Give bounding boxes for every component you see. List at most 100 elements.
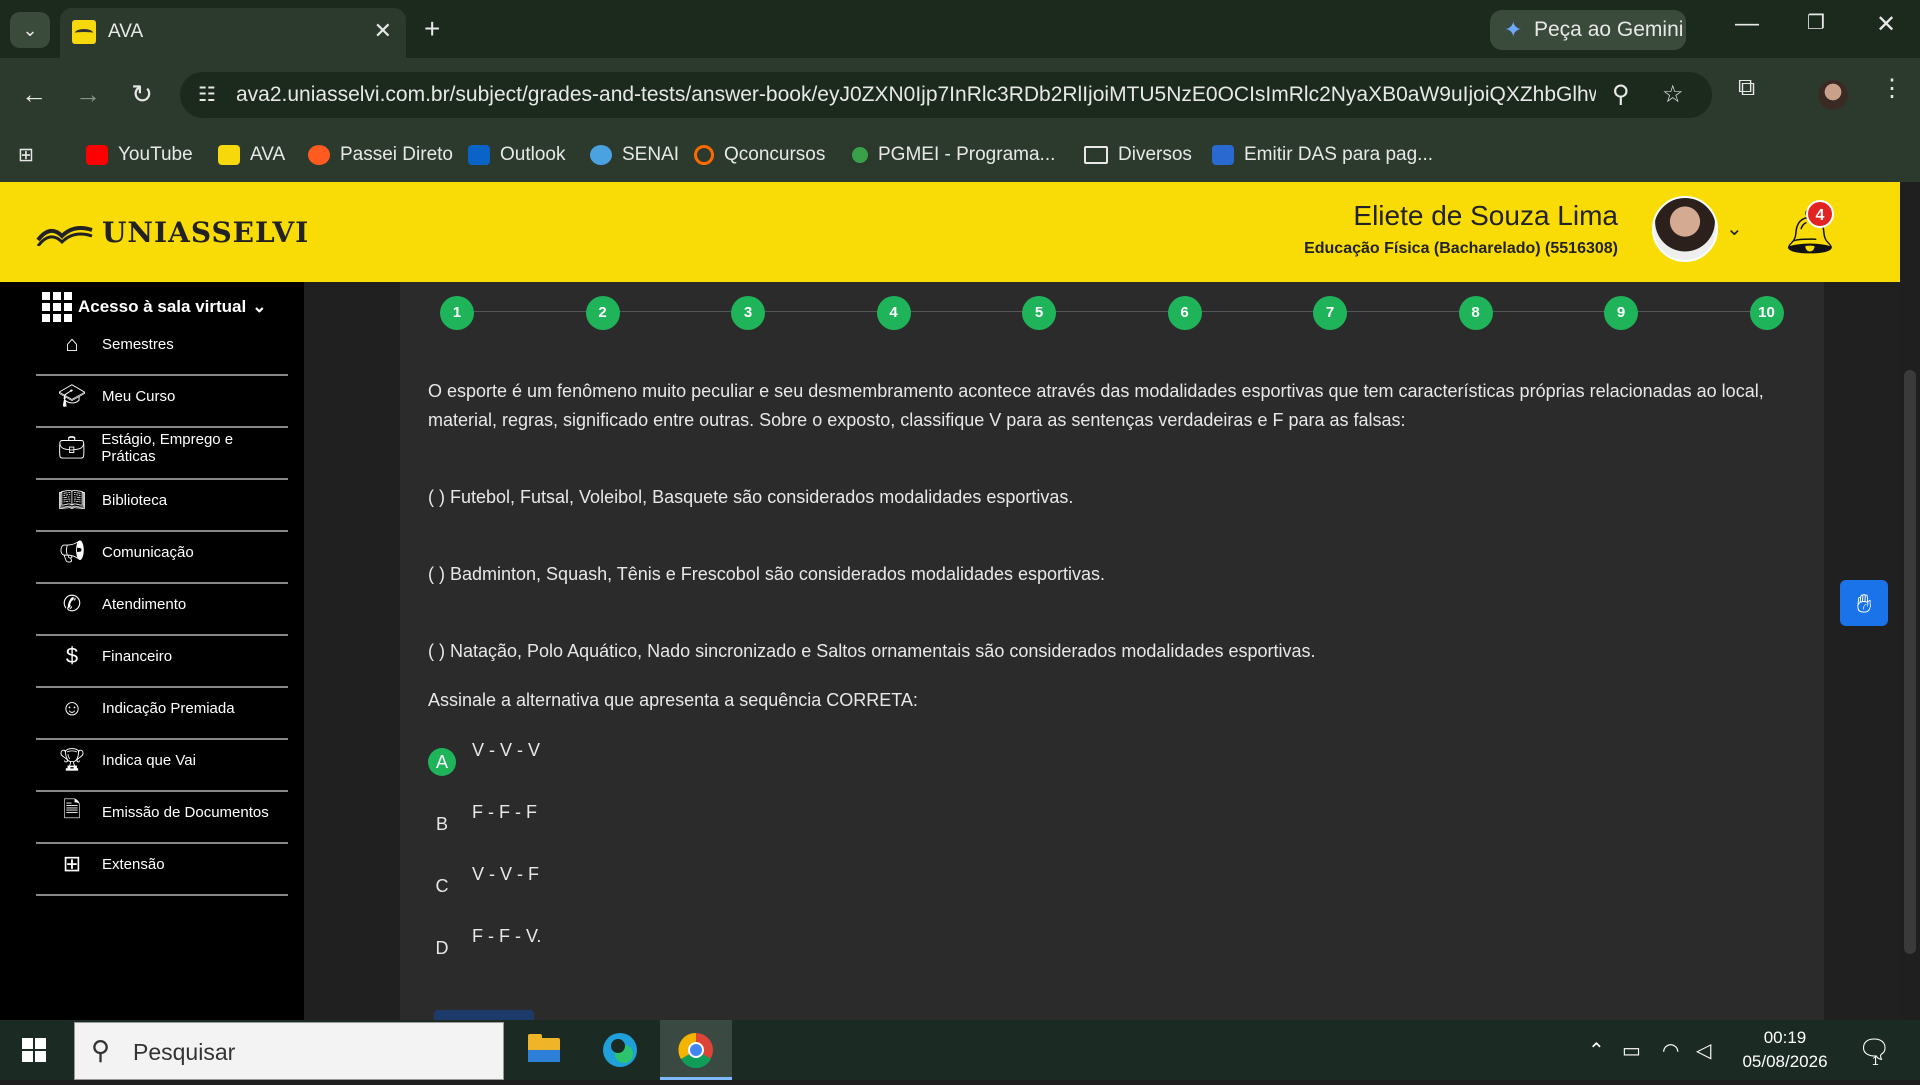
question-prompt: Assinale a alternativa que apresenta a s… bbox=[428, 690, 918, 710]
more-menu-icon[interactable]: ⋮ bbox=[1880, 74, 1904, 103]
question-step-4[interactable]: 4 bbox=[876, 296, 911, 330]
chevron-down-icon[interactable]: ⌄ bbox=[1726, 216, 1743, 241]
minimize-icon[interactable]: — bbox=[1727, 10, 1767, 38]
address-bar[interactable]: ☷ ava2.uniasselvi.com.br/subject/grades-… bbox=[180, 72, 1712, 118]
sidebar-item-label: Indicação Premiada bbox=[102, 699, 235, 717]
sidebar-item-label: Extensão bbox=[102, 855, 165, 873]
qconcursos-icon bbox=[694, 145, 714, 165]
bookmark-qconcursos[interactable]: Qconcursos bbox=[694, 144, 825, 166]
outlook-icon bbox=[468, 145, 490, 165]
file-explorer-icon[interactable] bbox=[508, 1020, 580, 1080]
page-scrollbar[interactable] bbox=[1904, 370, 1916, 954]
document-icon: 🗎 bbox=[63, 797, 81, 822]
youtube-icon bbox=[86, 145, 108, 165]
submit-button[interactable] bbox=[434, 1010, 534, 1020]
question-step-6[interactable]: 6 bbox=[1167, 296, 1202, 330]
notification-badge: 4 bbox=[1806, 200, 1834, 228]
ava-icon bbox=[218, 145, 240, 165]
sidebar-item-label: Atendimento bbox=[102, 595, 187, 613]
zoom-icon[interactable]: ⚲ bbox=[1612, 80, 1630, 109]
gemini-label: Peça ao Gemini bbox=[1534, 18, 1684, 41]
windows-taskbar: ⚲ Pesquisar ⌃ ▭ ◠ ◁ 00:19 05/08/2026 🗨︎ … bbox=[0, 1020, 1920, 1080]
sidebar-item-label: Financeiro bbox=[102, 647, 173, 665]
url-text[interactable]: ava2.uniasselvi.com.br/subject/grades-an… bbox=[236, 83, 1596, 107]
option-d-text[interactable]: F - F - V. bbox=[472, 926, 541, 947]
reload-icon[interactable]: ↻ bbox=[124, 76, 160, 112]
sidebar-item-extensão[interactable]: ⊞ Extensão bbox=[36, 834, 288, 896]
uniasselvi-logo-icon bbox=[36, 226, 93, 246]
tab-title: AVA bbox=[108, 21, 144, 42]
apps-grid-icon[interactable]: ⊞ bbox=[18, 144, 34, 167]
chevron-up-icon[interactable]: ⌃ bbox=[1588, 1038, 1605, 1063]
passei-direto-icon bbox=[308, 145, 330, 165]
browser-tab-ava[interactable]: AVA ✕ bbox=[60, 8, 406, 58]
question-step-2[interactable]: 2 bbox=[585, 296, 620, 330]
bookmark-senai[interactable]: SENAI bbox=[590, 144, 679, 166]
question-step-10[interactable]: 10 bbox=[1749, 296, 1784, 330]
site-header: UNIASSELVI Eliete de Souza Lima Educação… bbox=[0, 182, 1900, 282]
option-a-text[interactable]: V - V - V bbox=[472, 740, 540, 761]
forward-arrow-icon[interactable]: → bbox=[70, 76, 106, 112]
sidebar-item-label: Semestres bbox=[102, 335, 174, 353]
new-tab-button[interactable]: + bbox=[424, 12, 440, 46]
question-step-5[interactable]: 5 bbox=[1022, 296, 1056, 330]
sidebar-item-label: Meu Curso bbox=[102, 387, 176, 405]
option-b-text[interactable]: F - F - F bbox=[472, 802, 537, 823]
edge-browser-icon[interactable] bbox=[584, 1020, 656, 1080]
taskbar-search[interactable]: ⚲ Pesquisar bbox=[74, 1022, 504, 1080]
megaphone-icon: 📢︎ bbox=[58, 539, 86, 564]
uniasselvi-logo[interactable]: UNIASSELVI bbox=[102, 216, 309, 249]
user-course: Educação Física (Bacharelado) (5516308) bbox=[1304, 240, 1618, 257]
option-b-radio[interactable]: B bbox=[428, 810, 456, 838]
bookmark-pgmei[interactable]: PGMEI - Programa... bbox=[852, 144, 1055, 166]
clock-time: 00:19 bbox=[1763, 1028, 1807, 1047]
sidebar: Acesso à sala virtual ⌄ ⌂ Semestres 🎓︎ Meu … bbox=[0, 282, 304, 1020]
option-c-text[interactable]: V - V - F bbox=[472, 864, 539, 885]
bookmark-passei-direto[interactable]: Passei Direto bbox=[308, 144, 453, 166]
profile-avatar[interactable] bbox=[1818, 80, 1848, 110]
window-close-icon[interactable]: ✕ bbox=[1866, 10, 1906, 39]
bookmark-emitir-das[interactable]: Emitir DAS para pag... bbox=[1212, 144, 1433, 166]
das-icon bbox=[1212, 145, 1234, 165]
question-step-9[interactable]: 9 bbox=[1604, 296, 1638, 330]
extensions-icon[interactable]: ⧉ bbox=[1738, 74, 1755, 102]
bookmark-ava[interactable]: AVA bbox=[218, 144, 285, 166]
site-info-icon[interactable]: ☷ bbox=[198, 82, 216, 107]
chrome-browser-icon[interactable] bbox=[660, 1020, 732, 1080]
tab-close-icon[interactable]: ✕ bbox=[374, 18, 392, 44]
vlibras-hand-icon[interactable]: ✋︎ bbox=[1840, 580, 1888, 626]
windows-start-icon[interactable] bbox=[22, 1038, 46, 1062]
trophy-icon: 🏆︎ bbox=[58, 747, 86, 772]
wifi-icon[interactable]: ◠ bbox=[1662, 1038, 1679, 1063]
browser-toolbar: ← → ↻ ☷ ava2.uniasselvi.com.br/subject/g… bbox=[0, 58, 1920, 130]
option-d-radio[interactable]: D bbox=[428, 934, 456, 962]
bookmark-outlook[interactable]: Outlook bbox=[468, 144, 565, 166]
question-step-7[interactable]: 7 bbox=[1313, 296, 1347, 330]
bookmark-folder-diversos[interactable]: Diversos bbox=[1084, 144, 1192, 166]
option-a-radio[interactable]: A bbox=[428, 748, 456, 776]
sentence-3: ( ) Natação, Polo Aquático, Nado sincron… bbox=[428, 641, 1316, 661]
senai-icon bbox=[590, 145, 612, 165]
sentence-2: ( ) Badminton, Squash, Tênis e Frescobol… bbox=[428, 564, 1106, 584]
question-step-8[interactable]: 8 bbox=[1458, 296, 1493, 330]
question-statement: O esporte é um fenômeno muito peculiar e… bbox=[428, 381, 1764, 430]
system-clock[interactable]: 00:19 05/08/2026 bbox=[1730, 1026, 1840, 1074]
pgmei-icon bbox=[852, 147, 868, 163]
volume-icon[interactable]: ◁ bbox=[1696, 1038, 1711, 1063]
search-placeholder: Pesquisar bbox=[133, 1039, 236, 1065]
user-avatar[interactable] bbox=[1652, 196, 1718, 262]
option-c-radio[interactable]: C bbox=[428, 872, 456, 900]
bookmark-youtube[interactable]: YouTube bbox=[86, 144, 193, 166]
question-step-1[interactable]: 1 bbox=[440, 296, 474, 330]
dollar-icon: $ bbox=[65, 643, 79, 668]
battery-icon[interactable]: ▭ bbox=[1622, 1038, 1641, 1063]
clock-date: 05/08/2026 bbox=[1742, 1052, 1828, 1071]
tab-search-dropdown[interactable]: ⌄ bbox=[10, 12, 50, 48]
gemini-button[interactable]: ✦ Peça ao Gemini bbox=[1490, 10, 1686, 50]
question-step-3[interactable]: 3 bbox=[731, 296, 765, 330]
bookmark-star-icon[interactable]: ☆ bbox=[1662, 80, 1684, 109]
sidebar-item-label: Comunicação bbox=[102, 543, 194, 561]
graduation-cap-icon: 🎓︎ bbox=[58, 383, 86, 408]
back-arrow-icon[interactable]: ← bbox=[16, 76, 52, 112]
restore-icon[interactable]: ❐ bbox=[1796, 10, 1836, 35]
